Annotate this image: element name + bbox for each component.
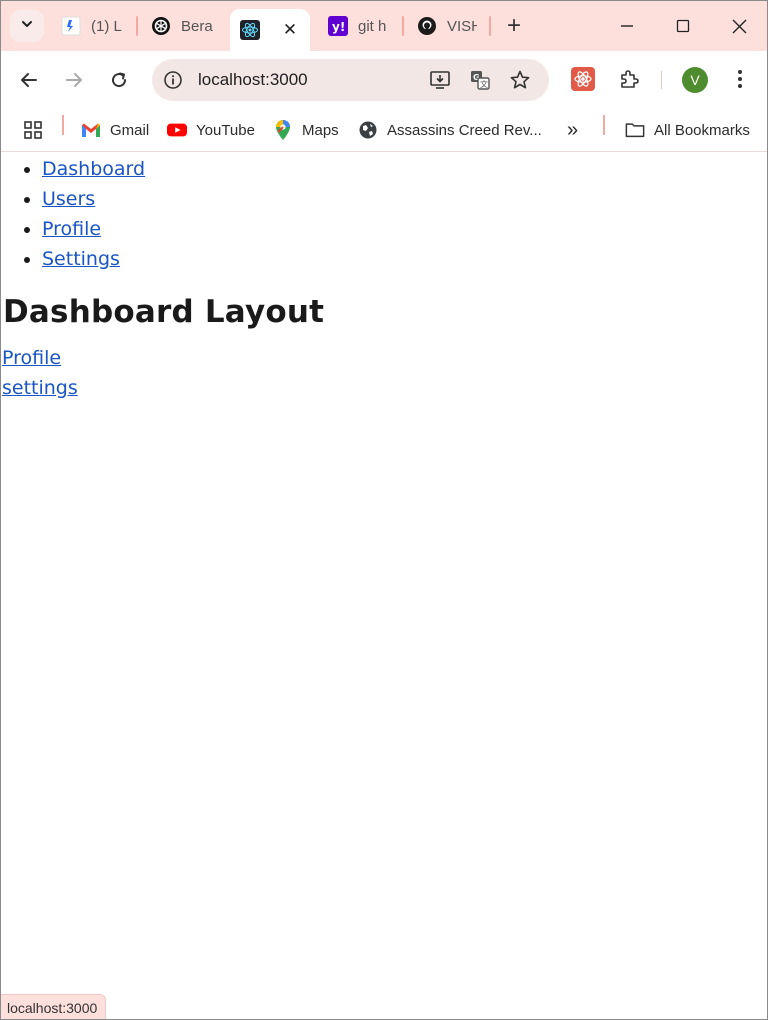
minimize-button[interactable] xyxy=(599,1,655,51)
nav-link-users[interactable]: Users xyxy=(42,188,95,210)
translate-icon[interactable]: G文 xyxy=(468,68,492,92)
bookmarks-divider xyxy=(603,115,605,135)
bookmark-label: Assassins Creed Rev... xyxy=(387,121,542,139)
folder-icon xyxy=(625,120,645,140)
tab-title: VISH xyxy=(447,17,477,35)
bookmark-label: Maps xyxy=(302,121,339,139)
svg-text:y!: y! xyxy=(332,20,345,34)
tab-title: Bera xyxy=(181,17,213,35)
arrow-right-icon xyxy=(66,73,82,87)
bookmark-assassins-creed[interactable]: Assassins Creed Rev... xyxy=(358,117,542,143)
status-bar-url: localhost:3000 xyxy=(1,994,107,1019)
bookmarks-bar: Gmail YouTube Maps Assassins Creed Rev..… xyxy=(1,109,767,152)
bookmark-maps[interactable]: Maps xyxy=(273,117,339,143)
maximize-button[interactable] xyxy=(655,1,711,51)
close-tab-icon[interactable]: ✕ xyxy=(280,20,300,40)
bookmark-gmail[interactable]: Gmail xyxy=(81,117,149,143)
nav-link-dashboard[interactable]: Dashboard xyxy=(42,158,145,180)
plus-icon: + xyxy=(506,12,521,39)
browser-toolbar: localhost:3000 G文 V xyxy=(1,51,767,109)
install-app-icon[interactable] xyxy=(428,68,452,92)
page-content: Dashboard Users Profile Settings Dashboa… xyxy=(1,152,767,1019)
profile-link[interactable]: Profile xyxy=(2,343,61,373)
apps-button[interactable] xyxy=(23,117,52,143)
new-tab-button[interactable]: + xyxy=(501,12,527,39)
maps-icon xyxy=(273,120,293,140)
openai-icon xyxy=(151,16,171,36)
all-bookmarks-button[interactable]: All Bookmarks xyxy=(625,117,750,143)
maximize-icon xyxy=(676,19,690,33)
svg-text:文: 文 xyxy=(480,79,488,89)
browser-window: (1) L Bera ✕ y! git h VIS + localhost:30… xyxy=(0,0,768,1020)
bookmark-label: YouTube xyxy=(196,121,255,139)
tab-title: (1) L xyxy=(91,17,122,35)
tab-strip: (1) L Bera ✕ y! git h VIS + xyxy=(1,1,767,51)
toolbar-divider xyxy=(661,71,662,89)
tab-1[interactable]: (1) L xyxy=(61,9,125,43)
tab-title: git h xyxy=(358,17,387,35)
chevron-double-right-icon: » xyxy=(567,118,579,141)
site-info-icon[interactable] xyxy=(162,69,184,91)
nav-item-users: Users xyxy=(42,184,145,214)
syncmer-icon xyxy=(61,16,81,36)
reload-icon xyxy=(112,72,127,88)
tab-3-active[interactable]: ✕ xyxy=(230,9,310,51)
apps-grid-icon xyxy=(23,120,43,140)
react-devtools-extension-icon[interactable] xyxy=(569,65,597,93)
nav-item-profile: Profile xyxy=(42,214,145,244)
bookmarks-divider xyxy=(62,115,64,135)
arrow-left-icon xyxy=(21,73,37,87)
chevron-down-icon xyxy=(20,17,34,36)
nav-item-dashboard: Dashboard xyxy=(42,154,145,184)
github-icon xyxy=(417,16,437,36)
nav-list: Dashboard Users Profile Settings xyxy=(1,154,145,274)
tab-divider xyxy=(489,16,491,36)
close-icon xyxy=(732,19,746,33)
extensions-puzzle-icon[interactable] xyxy=(615,65,643,93)
tab-4[interactable]: y! git h xyxy=(328,9,390,43)
globe-icon xyxy=(358,120,378,140)
nav-item-settings: Settings xyxy=(42,244,145,274)
tab-5[interactable]: VISH xyxy=(417,9,477,43)
back-button[interactable] xyxy=(13,64,45,96)
page-title: Dashboard Layout xyxy=(3,294,325,330)
nav-link-settings[interactable]: Settings xyxy=(42,248,120,270)
menu-kebab-icon[interactable] xyxy=(726,65,754,93)
bookmark-label: Gmail xyxy=(110,121,150,139)
address-text[interactable]: localhost:3000 xyxy=(198,70,308,90)
close-window-button[interactable] xyxy=(711,1,767,51)
tab-divider xyxy=(402,16,404,36)
profile-avatar[interactable]: V xyxy=(682,67,708,93)
youtube-icon xyxy=(167,120,187,140)
star-icon[interactable] xyxy=(508,68,532,92)
react-icon xyxy=(240,20,260,40)
bookmarks-overflow-button[interactable]: » xyxy=(567,117,578,143)
bookmark-youtube[interactable]: YouTube xyxy=(167,117,255,143)
tab-2[interactable]: Bera xyxy=(151,9,213,43)
tab-divider xyxy=(136,16,138,36)
address-bar[interactable]: localhost:3000 G文 xyxy=(152,59,549,101)
tab-search-button[interactable] xyxy=(10,10,44,42)
all-bookmarks-label: All Bookmarks xyxy=(654,121,750,139)
settings-link[interactable]: settings xyxy=(2,373,78,403)
gmail-icon xyxy=(81,120,101,140)
nav-link-profile[interactable]: Profile xyxy=(42,218,101,240)
forward-button[interactable] xyxy=(58,64,90,96)
yahoo-icon: y! xyxy=(328,16,348,36)
minimize-icon xyxy=(621,25,633,27)
reload-button[interactable] xyxy=(103,64,135,96)
